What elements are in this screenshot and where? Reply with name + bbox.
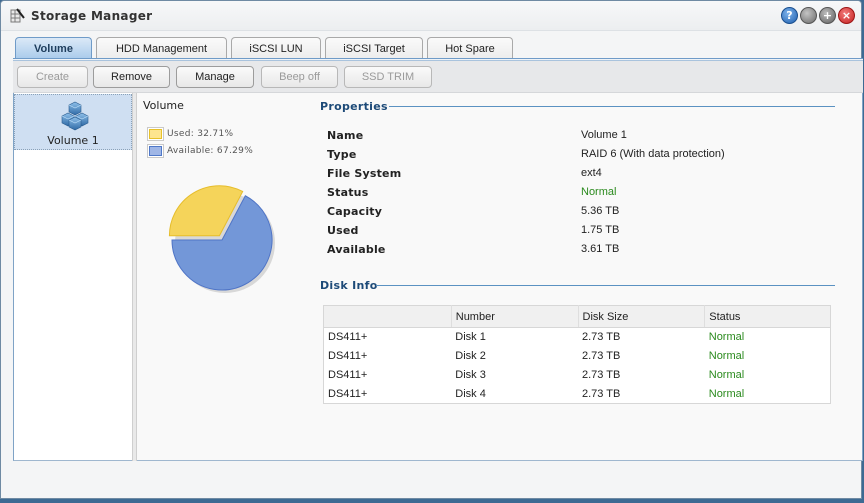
- property-label: Available: [327, 243, 386, 256]
- legend-used: Used: 32.71%: [147, 125, 253, 142]
- title-bar[interactable]: Storage Manager ? + ×: [1, 1, 861, 31]
- legend-available: Available: 67.29%: [147, 142, 253, 159]
- legend-available-label: Available: 67.29%: [167, 145, 254, 156]
- available-swatch: [147, 143, 164, 158]
- property-value: 5.36 TB: [581, 205, 620, 217]
- column-header[interactable]: Disk Size: [578, 305, 706, 328]
- disk-number-cell: Disk 3: [455, 369, 486, 381]
- disk-size-cell: 2.73 TB: [582, 387, 621, 400]
- disk-info-title: Disk Info: [320, 279, 378, 292]
- property-label: Type: [327, 148, 357, 161]
- close-button[interactable]: ×: [838, 7, 855, 24]
- table-row[interactable]: DS411+ Disk 4 2.73 TB Normal: [324, 385, 831, 404]
- table-row[interactable]: DS411+ Disk 1 2.73 TB Normal: [324, 328, 831, 347]
- tab-iscsi-target[interactable]: iSCSI Target: [325, 37, 423, 59]
- legend-used-label: Used: 32.71%: [167, 128, 234, 139]
- manage-button[interactable]: Manage: [176, 66, 254, 88]
- properties-list: Name Volume 1 Type RAID 6 (With data protec…: [327, 127, 827, 260]
- status-cell: Normal: [708, 387, 745, 400]
- status-value: Normal: [581, 186, 617, 198]
- property-value: 1.75 TB: [581, 224, 620, 236]
- property-row: Capacity 5.36 TB: [327, 203, 827, 222]
- tab-hdd-management[interactable]: HDD Management: [96, 37, 227, 59]
- properties-divider: [389, 106, 835, 107]
- usage-heading: Volume: [143, 99, 184, 112]
- property-row: Name Volume 1: [327, 127, 827, 146]
- property-label: File System: [327, 167, 402, 180]
- model-cell: DS411+: [328, 387, 368, 400]
- property-row: Status Normal: [327, 184, 827, 203]
- status-cell: Normal: [708, 369, 745, 381]
- property-label: Used: [327, 224, 359, 237]
- disk-info-table: Number Disk Size Status DS411+ Disk 1 2.73 T…: [323, 305, 831, 404]
- volume-list-item[interactable]: Volume 1: [14, 94, 132, 150]
- disk-info-divider: [376, 285, 835, 286]
- status-cell: Normal: [708, 331, 745, 344]
- model-cell: DS411+: [328, 369, 368, 381]
- toolbar: Create Remove Manage Beep off SSD TRIM: [13, 61, 863, 93]
- beep-off-button[interactable]: Beep off: [261, 66, 338, 88]
- maximize-button[interactable]: +: [819, 7, 836, 24]
- ssd-trim-button[interactable]: SSD TRIM: [344, 66, 432, 88]
- column-header[interactable]: Number: [451, 305, 579, 328]
- window-controls: ? + ×: [781, 7, 855, 24]
- model-cell: DS411+: [328, 350, 368, 362]
- storage-manager-icon: [10, 8, 25, 23]
- table-row[interactable]: DS411+ Disk 2 2.73 TB Normal: [324, 347, 831, 366]
- property-label: Name: [327, 129, 364, 142]
- help-icon: ?: [786, 9, 793, 22]
- cubes-icon: [61, 101, 89, 131]
- property-label: Status: [327, 186, 369, 199]
- property-row: File System ext4: [327, 165, 827, 184]
- property-value: ext4: [581, 167, 602, 179]
- property-row: Type RAID 6 (With data protection): [327, 146, 827, 165]
- model-cell: DS411+: [328, 331, 368, 344]
- help-button[interactable]: ?: [781, 7, 798, 24]
- disk-size-cell: 2.73 TB: [582, 369, 621, 381]
- chart-legend: Used: 32.71% Available: 67.29%: [147, 125, 253, 159]
- properties-title: Properties: [320, 100, 388, 113]
- property-value: Volume 1: [581, 129, 627, 141]
- table-row[interactable]: DS411+ Disk 3 2.73 TB Normal: [324, 366, 831, 385]
- property-row: Available 3.61 TB: [327, 241, 827, 260]
- tab-volume[interactable]: Volume: [15, 37, 92, 59]
- property-label: Capacity: [327, 205, 383, 218]
- maximize-icon: +: [822, 9, 833, 22]
- window-title: Storage Manager: [31, 9, 153, 23]
- disk-size-cell: 2.73 TB: [582, 350, 621, 362]
- property-value: RAID 6 (With data protection): [581, 148, 725, 160]
- tab-iscsi-lun[interactable]: iSCSI LUN: [231, 37, 321, 59]
- property-value: 3.61 TB: [581, 243, 620, 255]
- minimize-button[interactable]: [800, 7, 817, 24]
- usage-pie-chart: [168, 185, 275, 293]
- column-header[interactable]: Status: [704, 305, 831, 328]
- remove-button[interactable]: Remove: [93, 66, 170, 88]
- volume-details-panel: Volume Used: 32.71% Available: 67.29% Pr…: [137, 93, 863, 461]
- close-icon: ×: [841, 9, 852, 22]
- property-row: Used 1.75 TB: [327, 222, 827, 241]
- disk-number-cell: Disk 2: [455, 350, 486, 362]
- tab-bar: Volume HDD Management iSCSI LUN iSCSI Ta…: [15, 37, 513, 59]
- disk-number-cell: Disk 1: [455, 331, 486, 344]
- volume-label: Volume 1: [47, 134, 99, 147]
- disk-size-cell: 2.73 TB: [582, 331, 621, 344]
- column-header[interactable]: [323, 305, 452, 328]
- tab-hot-spare[interactable]: Hot Spare: [427, 37, 513, 59]
- status-cell: Normal: [708, 350, 745, 362]
- volume-list: Volume 1: [13, 93, 132, 461]
- create-button[interactable]: Create: [17, 66, 88, 88]
- used-swatch: [147, 126, 164, 141]
- disk-number-cell: Disk 4: [455, 387, 486, 400]
